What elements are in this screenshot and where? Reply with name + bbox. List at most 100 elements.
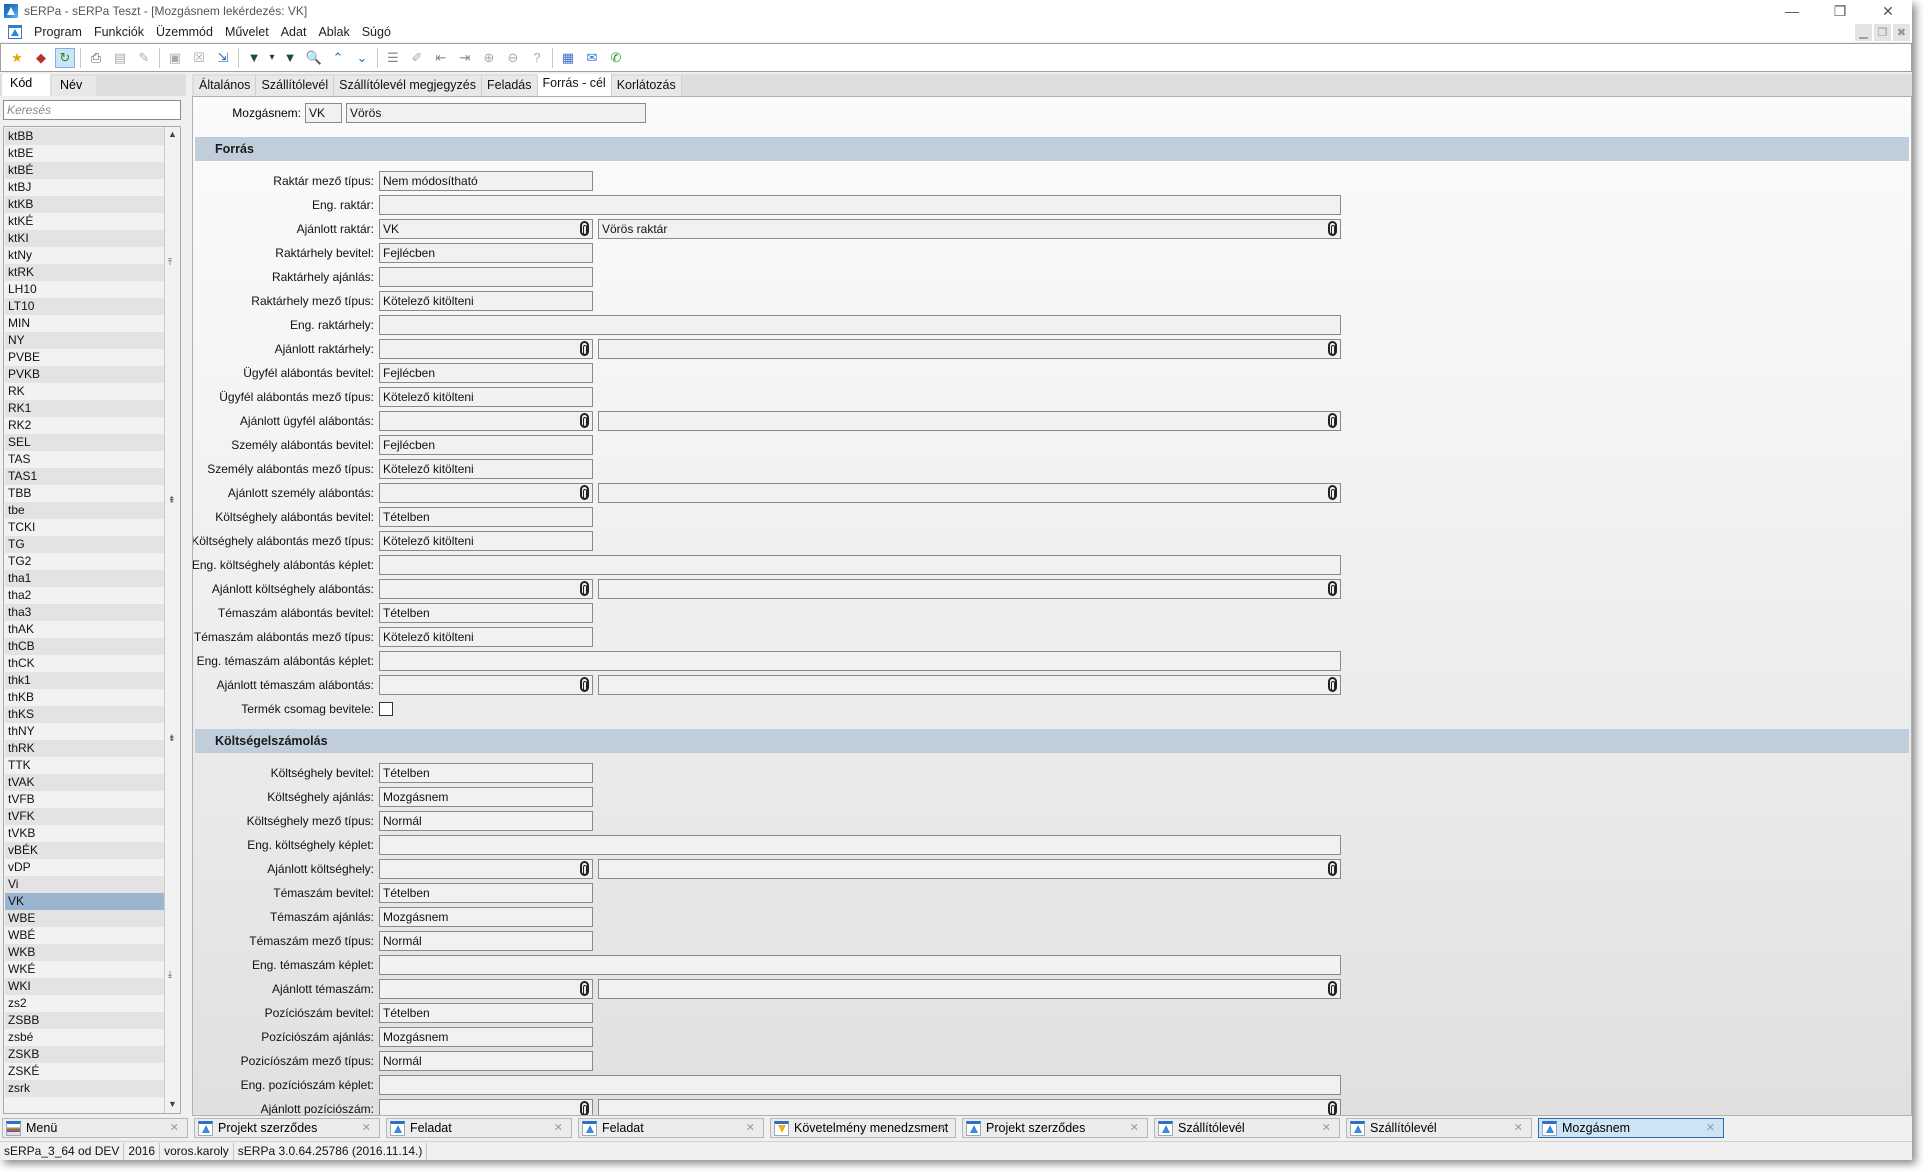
chevron-up-icon[interactable]: ⌃ [328,48,348,68]
list-item[interactable]: tha1 [5,570,164,587]
paperclip-icon[interactable] [1328,341,1337,356]
lookup-name-field[interactable] [598,1099,1341,1115]
list-item[interactable]: thAK [5,621,164,638]
tab-kod[interactable]: Kód [2,74,50,96]
tab-korlátozás[interactable]: Korlátozás [611,76,682,96]
text-field[interactable]: Tételben [379,883,593,903]
list-item[interactable]: tbe [5,502,164,519]
window-tab-feladat[interactable]: Feladat ✕ [578,1118,764,1138]
list-item[interactable]: thRK [5,740,164,757]
lookup-code-field[interactable] [379,859,593,879]
list-item[interactable]: TAS [5,451,164,468]
list-item[interactable]: ktKB [5,196,164,213]
filter-icon[interactable]: ▼ [244,48,264,68]
lookup-code-field[interactable] [379,675,593,695]
mdi-close-button[interactable]: ✖ [1893,24,1910,41]
lookup-name-field[interactable] [598,411,1341,431]
paperclip-icon[interactable] [580,221,589,236]
search-input[interactable]: Keresés [3,100,181,120]
text-field[interactable]: Fejlécben [379,363,593,383]
window-tab-projekt-szerződes[interactable]: Projekt szerződes ✕ [194,1118,380,1138]
print-icon[interactable]: ⎙ [86,48,106,68]
scroll-bottom-icon[interactable]: ⇟ [168,733,176,744]
lookup-code-field[interactable] [379,1099,593,1115]
list-item[interactable]: ktKI [5,230,164,247]
close-tab-icon[interactable]: ✕ [170,1119,179,1137]
edit-icon[interactable]: ✐ [407,48,427,68]
help-icon[interactable]: ? [527,48,547,68]
text-field[interactable]: Kötelező kitölteni [379,459,593,479]
filter-doc-icon[interactable]: ▼ [280,48,300,68]
text-field[interactable]: Mozgásnem [379,1027,593,1047]
list-item[interactable]: tVAK [5,774,164,791]
search-icon[interactable]: 🔍 [304,48,324,68]
list-item[interactable]: RK [5,383,164,400]
paperclip-icon[interactable] [1328,1101,1337,1115]
window-tab-követelmény-menedzsment[interactable]: Követelmény menedzsment ✕ [770,1118,956,1138]
new-favorite-icon[interactable]: ★ [7,48,27,68]
lookup-code-field[interactable] [379,411,593,431]
close-tab-icon[interactable]: ✕ [1706,1119,1715,1137]
paperclip-icon[interactable] [1328,485,1337,500]
list-item[interactable]: ZSKÉ [5,1063,164,1080]
list-item[interactable]: ktKÉ [5,213,164,230]
tab-szállítólevél-megjegyzés[interactable]: Szállítólevél megjegyzés [334,76,483,96]
mdi-minimize-button[interactable]: ▁ [1855,24,1872,41]
list-item[interactable]: thKB [5,689,164,706]
list-item[interactable]: thCK [5,655,164,672]
text-field[interactable]: Tételben [379,1003,593,1023]
list-item[interactable]: tVFB [5,791,164,808]
list-item[interactable]: vBÉK [5,842,164,859]
text-field[interactable]: Kötelező kitölteni [379,627,593,647]
tab-szállítólevél[interactable]: Szállítólevél [256,76,335,96]
list-item[interactable]: thNY [5,723,164,740]
bookmark-icon[interactable]: ◆ [31,48,51,68]
mdi-restore-button[interactable]: ❐ [1874,24,1891,41]
text-field[interactable]: Normál [379,811,593,831]
list-item[interactable]: tha2 [5,587,164,604]
calculator-icon[interactable]: ▦ [558,48,578,68]
window-tab-menü[interactable]: Menü ✕ [2,1118,188,1138]
list-item[interactable]: WKB [5,944,164,961]
minimize-button[interactable]: — [1768,0,1816,22]
chevron-down-icon[interactable]: ⌄ [352,48,372,68]
minus-circle-icon[interactable]: ⊖ [503,48,523,68]
list-item[interactable]: TAS1 [5,468,164,485]
list-item[interactable]: ktBJ [5,179,164,196]
paperclip-icon[interactable] [1328,861,1337,876]
list-item[interactable]: TG [5,536,164,553]
close-tab-icon[interactable]: ✕ [362,1119,371,1137]
refresh-icon[interactable]: ↻ [55,47,75,68]
move-left-icon[interactable]: ⇤ [431,48,451,68]
list-item[interactable]: RK2 [5,417,164,434]
list-item[interactable]: thKS [5,706,164,723]
list-item[interactable]: WKI [5,978,164,995]
list-item[interactable]: PVKB [5,366,164,383]
list-item[interactable]: thCB [5,638,164,655]
text-field[interactable]: Normál [379,931,593,951]
text-field[interactable]: Mozgásnem [379,907,593,927]
scroll-page-down-icon[interactable]: ⤓ [168,969,172,980]
window-tab-szállítólevél[interactable]: Szállítólevél ✕ [1154,1118,1340,1138]
list-item[interactable]: zsbé [5,1029,164,1046]
lookup-name-field[interactable]: Vörös raktár [598,219,1341,239]
menu-item-művelet[interactable]: Művelet [219,25,275,39]
mdi-child-icon[interactable] [8,25,22,39]
list-item[interactable]: LT10 [5,298,164,315]
text-field[interactable]: Kötelező kitölteni [379,531,593,551]
scroll-page-up-icon[interactable]: ⤒ [168,257,172,268]
tab-általános[interactable]: Általános [194,76,257,96]
lookup-name-field[interactable] [598,483,1341,503]
text-field[interactable]: Tételben [379,763,593,783]
lookup-name-field[interactable] [598,579,1341,599]
lookup-code-field[interactable] [379,579,593,599]
close-tab-icon[interactable]: ✕ [1322,1119,1331,1137]
filter-dropdown-icon[interactable]: ▾ [268,48,276,68]
list-item[interactable]: tha3 [5,604,164,621]
list-item[interactable]: ktBÉ [5,162,164,179]
lookup-name-field[interactable] [598,979,1341,999]
paperclip-icon[interactable] [1328,413,1337,428]
mail-icon[interactable]: ✉ [582,48,602,68]
list-item[interactable]: tVFK [5,808,164,825]
formula-field[interactable] [379,195,1341,215]
